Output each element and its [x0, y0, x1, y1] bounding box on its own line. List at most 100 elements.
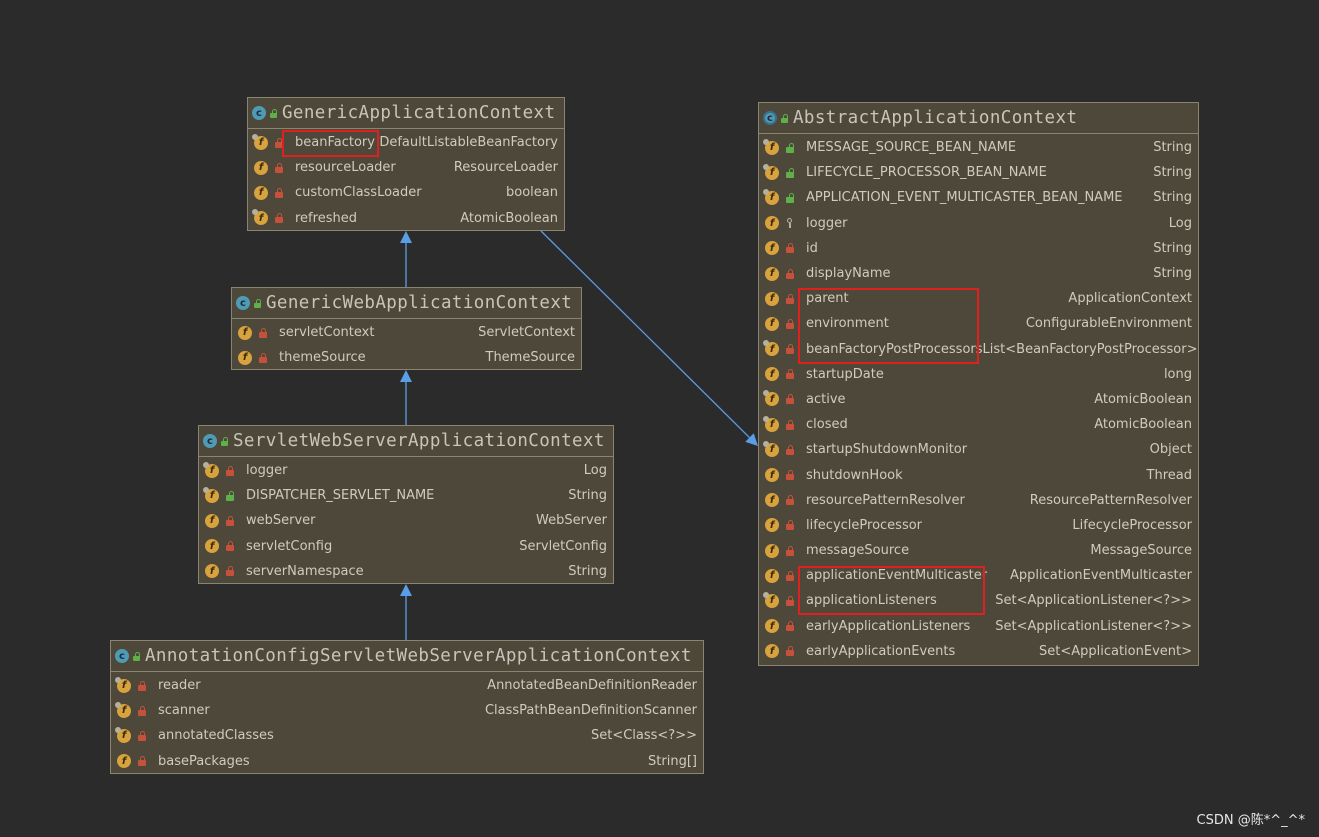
package-visibility-icon [785, 218, 795, 229]
field-name: DISPATCHER_SERVLET_NAME [246, 488, 435, 504]
field-row[interactable]: f messageSource MessageSource [759, 538, 1198, 563]
field-type: String [568, 563, 607, 579]
private-visibility-icon [785, 520, 795, 531]
field-type: Object [1149, 442, 1192, 458]
field-name: servletContext [279, 325, 375, 341]
arrow-annotation-config-to-servlet-web-server [400, 584, 412, 640]
field-row[interactable]: f logger Log [759, 211, 1198, 236]
field-row[interactable]: f startupDate long [759, 362, 1198, 387]
field-type: String [1153, 266, 1192, 282]
field-icon: f [763, 163, 779, 180]
field-row[interactable]: f servletContext ServletContext [232, 320, 581, 345]
field-row[interactable]: f earlyApplicationEvents Set<ApplicationEv… [759, 639, 1198, 664]
field-type: Set<ApplicationEvent> [1038, 643, 1192, 659]
field-row[interactable]: f servletConfig ServletConfig [199, 534, 613, 559]
field-icon: f [765, 266, 779, 281]
private-visibility-icon [258, 327, 268, 338]
public-visibility-icon [785, 142, 795, 153]
field-row[interactable]: f customClassLoader boolean [248, 180, 564, 205]
private-visibility-icon [785, 243, 795, 254]
field-type: WebServer [536, 513, 607, 529]
field-type: AtomicBoolean [1094, 391, 1192, 407]
field-row[interactable]: f earlyApplicationListeners Set<Applicatio… [759, 614, 1198, 639]
field-row[interactable]: f DISPATCHER_SERVLET_NAME String [199, 483, 613, 508]
field-icon: f [252, 209, 268, 226]
field-row[interactable]: f resourceLoader ResourceLoader [248, 155, 564, 180]
field-type: Set<Class<?>> [590, 728, 697, 744]
field-name: logger [806, 215, 848, 231]
field-name: startupShutdownMonitor [806, 442, 968, 458]
class-icon: c [236, 296, 250, 310]
field-icon: f [254, 160, 268, 175]
class-name: GenericWebApplicationContext [266, 293, 573, 313]
field-type: ServletConfig [519, 538, 607, 554]
field-name: earlyApplicationListeners [806, 618, 971, 634]
private-visibility-icon [785, 268, 795, 279]
field-row[interactable]: f startupShutdownMonitor Object [759, 437, 1198, 462]
field-name: logger [246, 463, 288, 479]
private-visibility-icon [274, 162, 284, 173]
field-icon: f [763, 138, 779, 155]
field-row[interactable]: f displayName String [759, 261, 1198, 286]
field-list: f servletContext ServletContext f themeSourc… [232, 319, 581, 370]
field-row[interactable]: f lifecycleProcessor LifecycleProcessor [759, 513, 1198, 538]
field-type: ServletContext [478, 325, 575, 341]
field-row[interactable]: f serverNamespace String [199, 559, 613, 584]
field-name: basePackages [158, 753, 250, 769]
public-visibility-icon [220, 436, 229, 446]
field-icon: f [238, 325, 252, 340]
field-row[interactable]: f APPLICATION_EVENT_MULTICASTER_BEAN_NAME… [759, 185, 1198, 210]
field-row[interactable]: f id String [759, 236, 1198, 261]
field-icon: f [254, 185, 268, 200]
field-icon: f [203, 461, 219, 478]
field-type: ConfigurableEnvironment [1025, 316, 1192, 332]
class-header: c GenericWebApplicationContext [232, 288, 581, 319]
field-icon: f [205, 539, 219, 554]
class-annotation-config-servlet-web-server-application-context[interactable]: c AnnotationConfigServletWebServerApplica… [110, 640, 704, 774]
class-icon: c [115, 649, 129, 663]
field-type: Thread [1146, 467, 1192, 483]
private-visibility-icon [785, 293, 795, 304]
field-row[interactable]: f active AtomicBoolean [759, 387, 1198, 412]
public-visibility-icon [269, 108, 278, 118]
class-generic-web-application-context[interactable]: c GenericWebApplicationContext f servletCon… [231, 287, 582, 370]
field-row[interactable]: f LIFECYCLE_PROCESSOR_BEAN_NAME String [759, 160, 1198, 185]
field-type: ApplicationEventMulticaster [1010, 568, 1192, 584]
class-header: c GenericApplicationContext [248, 98, 564, 129]
private-visibility-icon [258, 352, 268, 363]
field-icon: f [765, 619, 779, 634]
field-row[interactable]: f resourcePatternResolver ResourcePatternR… [759, 488, 1198, 513]
field-row[interactable]: f logger Log [199, 458, 613, 483]
field-row[interactable]: f reader AnnotatedBeanDefinitionReader [111, 673, 703, 698]
class-name: ServletWebServerApplicationContext [233, 431, 605, 451]
field-name: customClassLoader [295, 185, 422, 201]
class-generic-application-context[interactable]: c GenericApplicationContext f beanFactory De… [247, 97, 565, 231]
field-row[interactable]: f scanner ClassPathBeanDefinitionScanner [111, 698, 703, 723]
field-row[interactable]: f webServer WebServer [199, 508, 613, 533]
field-row[interactable]: f basePackages String[] [111, 749, 703, 774]
class-servlet-web-server-application-context[interactable]: c ServletWebServerApplicationContext f logg… [198, 425, 614, 584]
field-name: resourceLoader [295, 160, 396, 176]
field-icon: f [203, 486, 219, 503]
field-type: Log [583, 463, 607, 479]
field-row[interactable]: f shutdownHook Thread [759, 462, 1198, 487]
public-visibility-icon [253, 298, 262, 308]
field-row[interactable]: f refreshed AtomicBoolean [248, 206, 564, 231]
field-icon: f [765, 568, 779, 583]
field-icon: f [252, 133, 268, 150]
private-visibility-icon [785, 495, 795, 506]
private-visibility-icon [137, 680, 147, 691]
class-header: c AbstractApplicationContext [759, 103, 1198, 134]
field-icon: f [765, 241, 779, 256]
private-visibility-icon [785, 646, 795, 657]
field-row[interactable]: f annotatedClasses Set<Class<?>> [111, 723, 703, 748]
field-name: MESSAGE_SOURCE_BEAN_NAME [806, 140, 1017, 156]
field-type: AtomicBoolean [1094, 417, 1192, 433]
field-name: scanner [158, 703, 210, 719]
field-row[interactable]: f closed AtomicBoolean [759, 412, 1198, 437]
field-row[interactable]: f themeSource ThemeSource [232, 345, 581, 370]
field-name: servletConfig [246, 538, 333, 554]
field-row[interactable]: f MESSAGE_SOURCE_BEAN_NAME String [759, 135, 1198, 160]
field-icon: f [117, 754, 131, 769]
private-visibility-icon [785, 369, 795, 380]
